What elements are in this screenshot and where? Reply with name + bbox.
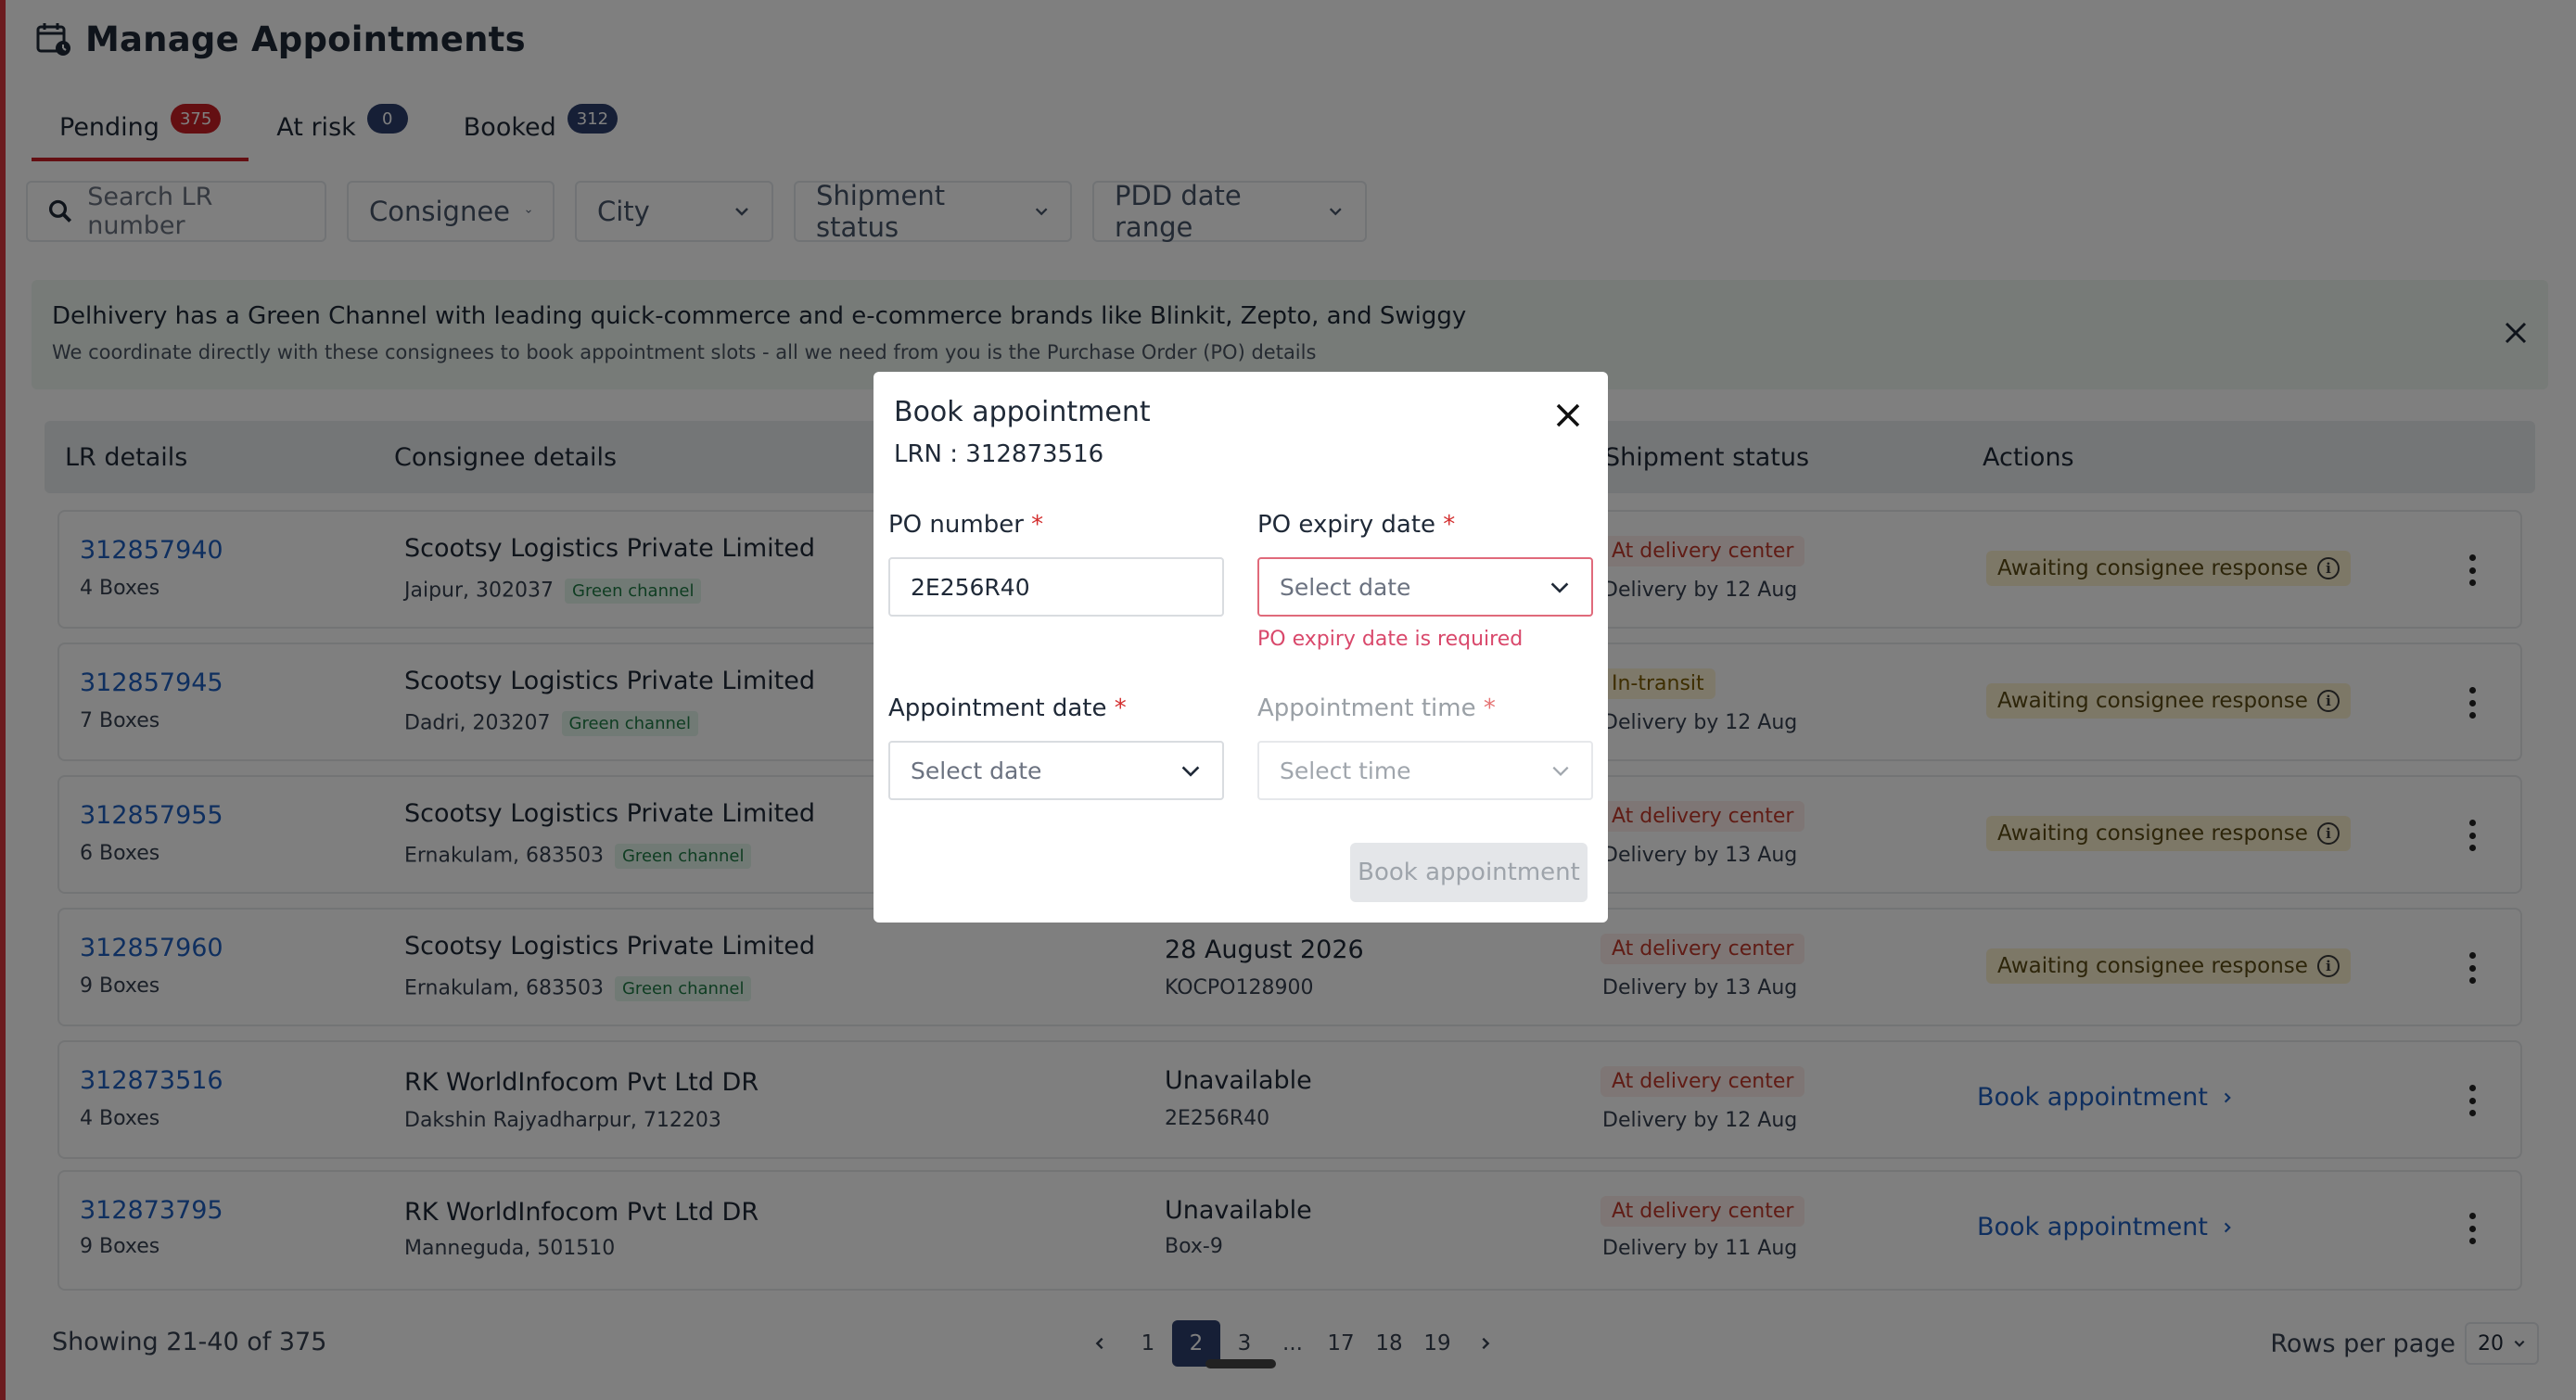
appointment-time-picker[interactable]: Select time — [1257, 741, 1593, 800]
appointment-date-picker[interactable]: Select date — [888, 741, 1224, 800]
po-number-field[interactable]: 2E256R40 — [888, 557, 1224, 617]
po-number-label: PO number * — [888, 511, 1043, 539]
appointment-time-placeholder: Select time — [1280, 757, 1411, 784]
appointment-time-label-text: Appointment time — [1257, 694, 1476, 722]
book-appointment-modal: Book appointment LRN : 312873516 PO numb… — [874, 372, 1608, 923]
required-mark: * — [1483, 694, 1496, 722]
po-expiry-date-label-text: PO expiry date — [1257, 511, 1436, 539]
modal-lrn: LRN : 312873516 — [894, 440, 1104, 468]
modal-title: Book appointment — [894, 396, 1151, 428]
appointment-time-label: Appointment time * — [1257, 694, 1496, 722]
required-mark: * — [1443, 511, 1456, 539]
po-number-value: 2E256R40 — [911, 573, 1030, 601]
required-mark: * — [1031, 511, 1044, 539]
appointment-date-placeholder: Select date — [911, 757, 1042, 784]
appointment-date-label-text: Appointment date — [888, 694, 1107, 722]
appointment-date-label: Appointment date * — [888, 694, 1127, 722]
book-appointment-button[interactable]: Book appointment — [1350, 843, 1588, 902]
chevron-down-icon — [1550, 582, 1569, 593]
app-root: Manage Appointments Pending 375 At risk … — [0, 0, 2576, 1400]
po-expiry-error: PO expiry date is required — [1257, 628, 1524, 651]
po-expiry-date-label: PO expiry date * — [1257, 511, 1455, 539]
po-expiry-date-picker[interactable]: Select date — [1257, 557, 1593, 617]
required-mark: * — [1114, 694, 1127, 722]
po-expiry-placeholder: Select date — [1280, 573, 1411, 601]
chevron-down-icon — [1552, 766, 1569, 776]
chevron-down-icon — [1181, 766, 1200, 777]
po-number-label-text: PO number — [888, 511, 1024, 539]
close-icon[interactable] — [1552, 400, 1584, 431]
